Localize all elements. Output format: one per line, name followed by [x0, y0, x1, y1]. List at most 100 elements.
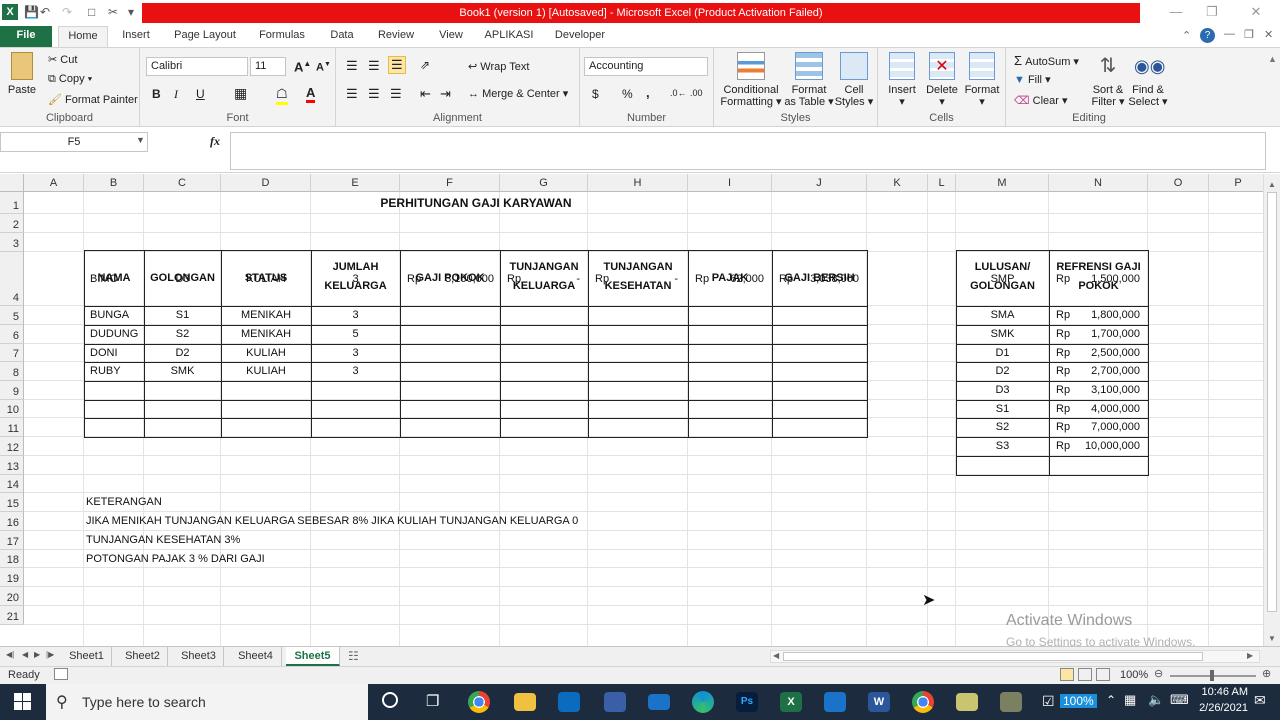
paste-button[interactable]: Paste — [4, 52, 40, 96]
tab-view[interactable]: View — [432, 26, 470, 47]
column-header-o[interactable]: O — [1148, 174, 1209, 192]
cut-qat-icon[interactable]: ✂ — [108, 5, 118, 19]
horizontal-scrollbar[interactable]: ◀ ▶ — [770, 650, 1260, 663]
zoom-level[interactable]: 100% — [1120, 669, 1148, 681]
cell-nama[interactable]: BUNGA — [90, 306, 144, 325]
excel-taskbar-icon[interactable]: X — [780, 692, 802, 712]
column-header-g[interactable]: G — [500, 174, 588, 192]
ribbon-collapse-icon[interactable]: ⌃ — [1182, 29, 1191, 42]
column-header-d[interactable]: D — [221, 174, 311, 192]
store-icon[interactable] — [558, 692, 580, 712]
ref-golongan[interactable]: SMA — [956, 306, 1049, 325]
row-header-6[interactable]: 6 — [0, 325, 24, 344]
minimize-icon[interactable]: — — [1164, 4, 1188, 22]
scroll-right-arrow-icon[interactable]: ▶ — [1247, 651, 1253, 660]
fill-color-icon[interactable]: ☖ — [276, 86, 288, 105]
number-format-select[interactable]: Accounting — [584, 57, 708, 76]
sort-filter-button[interactable]: ⇅ Sort & Filter ▾ — [1088, 52, 1128, 108]
cell-jumlah[interactable]: 3 — [311, 252, 400, 306]
cell-golongan[interactable]: S1 — [144, 306, 221, 325]
macro-record-icon[interactable] — [54, 668, 68, 680]
row-header-2[interactable]: 2 — [0, 214, 24, 233]
cell-golongan[interactable]: S2 — [144, 325, 221, 344]
cell-jumlah[interactable]: 3 — [311, 306, 400, 325]
row-header-21[interactable]: 21 — [0, 606, 24, 625]
cell-gaji-bersih[interactable]: 3,038,000 — [796, 252, 859, 306]
save-icon[interactable]: 💾 — [24, 5, 39, 19]
column-header-h[interactable]: H — [588, 174, 688, 192]
battery-indicator[interactable]: 100% — [1060, 694, 1097, 708]
ribbon-restore-icon[interactable]: ❐ — [1244, 28, 1254, 41]
cell-pajak[interactable]: 62,000 — [712, 252, 764, 306]
cortana-icon[interactable] — [382, 692, 398, 708]
ref-golongan[interactable]: SMP — [956, 252, 1049, 306]
scroll-left-arrow-icon[interactable]: ◀ — [773, 651, 779, 660]
clear-button[interactable]: ⌫ Clear ▾ — [1014, 94, 1068, 107]
column-header-b[interactable]: B — [84, 174, 144, 192]
horizontal-scroll-thumb[interactable] — [783, 652, 1203, 661]
conditional-formatting-button[interactable]: Conditional Formatting ▾ — [718, 52, 784, 108]
selected-cell-f5[interactable] — [399, 305, 501, 326]
ref-gaji-pokok[interactable]: 2,500,000 — [1073, 344, 1140, 362]
sheet-nav-last-icon[interactable]: |▶ — [46, 650, 54, 659]
chrome-2-icon[interactable] — [912, 691, 934, 713]
column-header-k[interactable]: K — [867, 174, 928, 192]
new-file-icon[interactable]: □ — [88, 5, 95, 19]
tab-insert[interactable]: Insert — [114, 26, 158, 47]
align-left-icon[interactable]: ☰ — [346, 86, 358, 102]
column-header-j[interactable]: J — [772, 174, 867, 192]
clock-time[interactable]: 10:46 AM — [1176, 686, 1248, 698]
sheet-title[interactable]: PERHITUNGAN GAJI KARYAWAN — [311, 192, 641, 214]
security-icon[interactable]: ☑ — [1042, 693, 1055, 710]
windows-start-icon[interactable] — [14, 693, 31, 710]
ref-golongan[interactable]: D3 — [956, 381, 1049, 400]
ribbon-close-icon[interactable]: ✕ — [1264, 28, 1273, 41]
paint-icon[interactable] — [824, 692, 846, 712]
format-as-table-button[interactable]: Format as Table ▾ — [784, 52, 834, 108]
sheet-nav-first-icon[interactable]: ◀| — [6, 650, 14, 659]
row-header-18[interactable]: 18 — [0, 550, 24, 568]
word-icon[interactable]: W — [868, 692, 890, 712]
mail-icon[interactable] — [648, 694, 670, 710]
column-header-p[interactable]: P — [1209, 174, 1263, 192]
ref-golongan[interactable]: S1 — [956, 400, 1049, 418]
cell-golongan[interactable]: D2 — [144, 344, 221, 362]
fill-button[interactable]: ▼ Fill ▾ — [1014, 73, 1051, 86]
align-bottom-icon[interactable]: ☰ — [388, 56, 406, 74]
tab-page-layout[interactable]: Page Layout — [168, 26, 242, 47]
ref-gaji-pokok[interactable]: 10,000,000 — [1073, 437, 1140, 456]
cell-jumlah[interactable]: 3 — [311, 362, 400, 381]
ref-golongan[interactable]: D1 — [956, 344, 1049, 362]
note-line[interactable]: KETERANGAN — [86, 493, 686, 512]
align-middle-icon[interactable]: ☰ — [368, 58, 380, 74]
redo-icon[interactable]: ↷ — [62, 5, 72, 19]
align-top-icon[interactable]: ☰ — [346, 58, 358, 74]
cell-status[interactable]: MENIKAH — [221, 325, 311, 344]
column-header-i[interactable]: I — [688, 174, 772, 192]
folder-icon[interactable] — [956, 693, 978, 711]
ref-gaji-pokok[interactable]: 7,000,000 — [1073, 418, 1140, 437]
taskbar-search-box[interactable]: ⚲ Type here to search — [46, 684, 368, 720]
ribbon-minimize-icon[interactable]: — — [1224, 28, 1235, 40]
column-header-m[interactable]: M — [956, 174, 1049, 192]
new-sheet-icon[interactable]: ☷ — [348, 649, 359, 663]
row-header-5[interactable]: 5 — [0, 306, 24, 325]
cell-status[interactable]: KULIAH — [221, 344, 311, 362]
worksheet-grid[interactable]: A B C D E F G H I J K L M N O P 1 2 3 4 5 6 7 8 9 10 11 12 13 14 15 16 1… — [0, 174, 1263, 646]
ref-gaji-pokok[interactable]: 1,800,000 — [1073, 306, 1140, 325]
tab-file[interactable]: File — [0, 26, 52, 47]
row-header-16[interactable]: 16 — [0, 512, 24, 531]
merge-center-button[interactable]: ↔ Merge & Center ▾ — [468, 87, 568, 100]
ref-golongan[interactable]: S2 — [956, 418, 1049, 437]
cell-status[interactable]: KULIAH — [221, 252, 311, 306]
align-center-icon[interactable]: ☰ — [368, 86, 380, 102]
help-icon[interactable]: ? — [1200, 28, 1215, 43]
find-select-button[interactable]: ◉◉ Find & Select ▾ — [1128, 52, 1168, 108]
note-line[interactable]: TUNJANGAN KESEHATAN 3% — [86, 531, 686, 550]
customize-qat-icon[interactable]: ▾ — [128, 5, 134, 19]
increase-indent-icon[interactable]: ⇥ — [440, 86, 451, 102]
note-line[interactable]: POTONGAN PAJAK 3 % DARI GAJI — [86, 550, 686, 568]
row-header-1[interactable]: 1 — [0, 192, 24, 214]
row-header-8[interactable]: 8 — [0, 362, 24, 381]
wrap-text-button[interactable]: ↩ Wrap Text — [468, 60, 529, 73]
